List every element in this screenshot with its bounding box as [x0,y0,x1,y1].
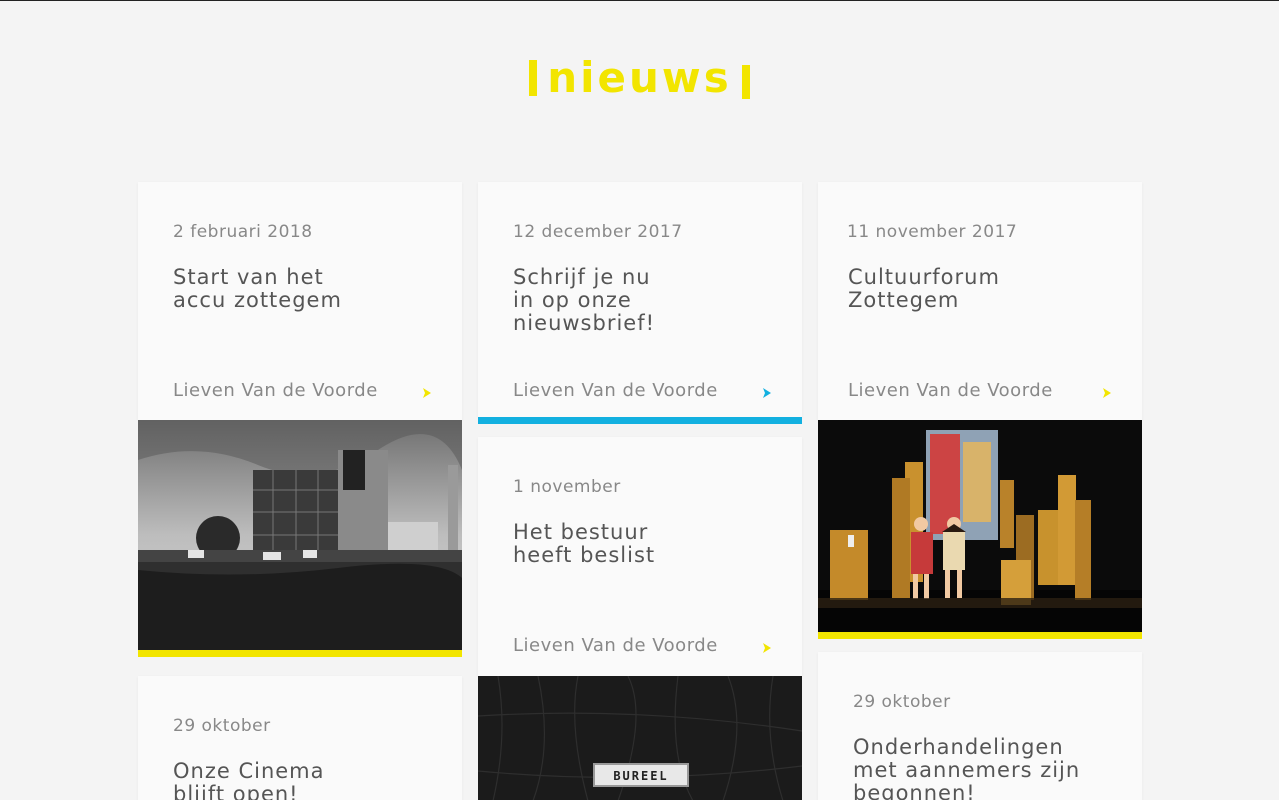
news-card[interactable]: 12 december 2017 Schrijf je nu in op onz… [478,182,802,417]
news-author: Lieven Van de Voorde [173,380,378,401]
news-title[interactable]: Onderhandelingen met aannemers zijn bego… [853,736,1093,800]
news-title[interactable]: Schrijf je nu in op onze nieuwsbrief! [513,266,663,335]
news-date: 11 november 2017 [847,222,1018,242]
chevron-right-icon[interactable] [760,641,774,655]
news-photo-stage[interactable] [818,420,1142,632]
news-card[interactable]: 1 november Het bestuur heeft beslist Lie… [478,437,802,676]
news-date: 1 november [513,477,621,497]
news-date: 2 februari 2018 [173,222,313,242]
page-title: nieuws [547,53,732,102]
news-title[interactable]: Het bestuur heeft beslist [513,521,663,567]
news-date: 29 oktober [173,716,271,736]
news-author: Lieven Van de Voorde [513,635,718,656]
news-title[interactable]: Onze Cinema blijft open! [173,760,343,800]
news-author: Lieven Van de Voorde [848,380,1053,401]
accent-stripe [138,650,462,657]
news-title[interactable]: Start van het accu zottegem [173,266,353,312]
page-heading: nieuws [0,53,1279,102]
chevron-right-icon[interactable] [760,386,774,400]
news-card[interactable]: 29 oktober Onze Cinema blijft open! [138,676,462,800]
news-date: 12 december 2017 [513,222,683,242]
news-photo-sign[interactable]: BUREEL [478,676,802,800]
news-title[interactable]: Cultuurforum Zottegem [848,266,1028,312]
news-photo-building[interactable] [138,420,462,650]
news-date: 29 oktober [853,692,951,712]
news-card[interactable]: 11 november 2017 Cultuurforum Zottegem L… [818,182,1142,420]
heading-bar-left [529,59,538,96]
accent-stripe [818,632,1142,639]
sign-text: BUREEL [613,769,668,783]
news-author: Lieven Van de Voorde [513,380,718,401]
heading-bar-right [741,64,750,99]
chevron-right-icon[interactable] [1100,386,1114,400]
chevron-right-icon[interactable] [420,386,434,400]
news-card[interactable]: 2 februari 2018 Start van het accu zotte… [138,182,462,420]
accent-stripe [478,417,802,424]
news-card[interactable]: 29 oktober Onderhandelingen met aannemer… [818,652,1142,800]
